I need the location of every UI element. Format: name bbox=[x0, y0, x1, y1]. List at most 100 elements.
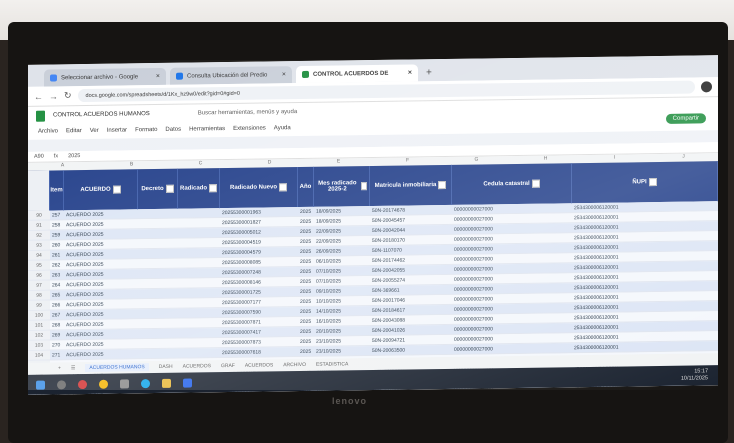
share-button[interactable]: Compartir bbox=[665, 113, 706, 124]
cell-radicado-nuevo[interactable]: 20255300007248 bbox=[220, 267, 298, 277]
cell-radicado[interactable] bbox=[178, 208, 220, 218]
row-number[interactable]: 95 bbox=[28, 260, 50, 270]
cell-decreto[interactable] bbox=[138, 349, 178, 359]
cell-anio[interactable]: 2025 bbox=[298, 217, 314, 226]
add-sheet-button[interactable]: + bbox=[58, 365, 61, 371]
cell-decreto[interactable] bbox=[138, 229, 178, 239]
cell-radicado[interactable] bbox=[178, 288, 220, 298]
menu-datos[interactable]: Datos bbox=[165, 127, 181, 133]
cell-decreto[interactable] bbox=[138, 279, 178, 289]
cell-decreto[interactable] bbox=[138, 319, 178, 329]
folder-icon[interactable] bbox=[162, 378, 171, 388]
cell-decreto[interactable] bbox=[138, 329, 178, 339]
cell-matricula[interactable]: 50N-20055274 bbox=[370, 275, 452, 285]
cell-anio[interactable]: 2025 bbox=[298, 347, 314, 356]
cell-mes-radicado[interactable]: 07/10/2025 bbox=[314, 276, 370, 286]
header-nupi[interactable]: ÑUPI bbox=[572, 161, 718, 204]
cell-radicado[interactable] bbox=[178, 348, 220, 358]
sheet-tab[interactable]: GRAF bbox=[221, 363, 235, 369]
cell-acuerdo[interactable]: ACUERDO 2025 bbox=[64, 299, 138, 309]
cell-acuerdo[interactable]: ACUERDO 2025 bbox=[64, 289, 138, 299]
cell-decreto[interactable] bbox=[138, 209, 178, 219]
cell-acuerdo[interactable]: ACUERDO 2025 bbox=[64, 319, 138, 329]
cell-radicado[interactable] bbox=[178, 278, 220, 288]
cell-mes-radicado[interactable]: 22/09/2025 bbox=[314, 226, 370, 236]
sheet-tab-active[interactable]: ACUERDOS HUMANOS bbox=[85, 363, 149, 373]
cell-matricula[interactable]: 50N-20042044 bbox=[370, 225, 452, 235]
close-icon[interactable]: × bbox=[156, 73, 160, 80]
cell-radicado-nuevo[interactable]: 20255300008085 bbox=[220, 257, 298, 267]
cell-radicado-nuevo[interactable]: 20255300007177 bbox=[220, 297, 298, 307]
cell-matricula[interactable]: 50N-1107070 bbox=[370, 245, 452, 255]
row-number[interactable]: 103 bbox=[28, 340, 50, 350]
cell-decreto[interactable] bbox=[138, 239, 178, 249]
all-sheets-button[interactable]: ☰ bbox=[71, 365, 75, 371]
header-decreto[interactable]: Decreto bbox=[138, 168, 178, 210]
cell-anio[interactable]: 2025 bbox=[298, 287, 314, 296]
cell-radicado[interactable] bbox=[178, 318, 220, 328]
cell-cedula[interactable]: 00000000027000 bbox=[452, 263, 572, 274]
cell-matricula[interactable]: 50N-20180170 bbox=[370, 235, 452, 245]
header-anio[interactable]: Año bbox=[298, 166, 314, 208]
cell-decreto[interactable] bbox=[138, 299, 178, 309]
row-number[interactable]: 102 bbox=[28, 330, 50, 340]
cell-cedula[interactable]: 00000000027000 bbox=[452, 233, 572, 244]
cell-acuerdo[interactable]: ACUERDO 2025 bbox=[64, 219, 138, 229]
cell-item[interactable]: 270 bbox=[50, 340, 64, 349]
cell-matricula[interactable]: 50N-20017046 bbox=[370, 295, 452, 305]
cell-mes-radicado[interactable]: 10/10/2025 bbox=[314, 296, 370, 306]
cell-radicado[interactable] bbox=[178, 228, 220, 238]
cell-anio[interactable]: 2025 bbox=[298, 247, 314, 256]
sheet-tab[interactable]: ESTADISTICA bbox=[316, 361, 348, 367]
filter-icon[interactable] bbox=[209, 184, 217, 193]
cell-item[interactable]: 259 bbox=[50, 230, 64, 239]
filter-icon[interactable] bbox=[360, 182, 367, 191]
cell-cedula[interactable]: 00000000027000 bbox=[452, 273, 572, 284]
cell-radicado[interactable] bbox=[178, 308, 220, 318]
browser-tab-3[interactable]: CONTROL ACUERDOS DE × bbox=[296, 64, 418, 84]
cell-radicado[interactable] bbox=[178, 238, 220, 248]
cell-item[interactable]: 271 bbox=[50, 350, 64, 359]
menu-editar[interactable]: Editar bbox=[66, 128, 82, 134]
cell-cedula[interactable]: 00000000027000 bbox=[452, 323, 572, 334]
cell-radicado-nuevo[interactable]: 20255300001725 bbox=[220, 287, 298, 297]
menu-formato[interactable]: Formato bbox=[135, 127, 157, 133]
search-icon[interactable] bbox=[57, 379, 66, 389]
cell-radicado-nuevo[interactable]: 20255300004519 bbox=[220, 237, 298, 247]
cell-matricula[interactable]: 50N-20043088 bbox=[370, 315, 452, 325]
cell-radicado-nuevo[interactable]: 20255300001963 bbox=[220, 207, 298, 217]
edge-icon[interactable] bbox=[141, 378, 150, 388]
opera-icon[interactable] bbox=[78, 379, 87, 389]
filter-icon[interactable] bbox=[438, 180, 447, 190]
cell-cedula[interactable]: 00000000027000 bbox=[452, 283, 572, 294]
cell-anio[interactable]: 2025 bbox=[298, 317, 314, 326]
cell-anio[interactable]: 2025 bbox=[298, 207, 314, 216]
cell-matricula[interactable]: 50N-20094721 bbox=[370, 335, 452, 345]
cell-matricula[interactable]: 50N-20042055 bbox=[370, 265, 452, 275]
menu-insertar[interactable]: Insertar bbox=[107, 127, 127, 133]
filter-icon[interactable] bbox=[531, 179, 540, 188]
cell-mes-radicado[interactable]: 23/10/2025 bbox=[314, 346, 370, 356]
cell-cedula[interactable]: 00000000027000 bbox=[452, 303, 572, 314]
row-number[interactable]: 91 bbox=[28, 220, 50, 230]
row-number[interactable]: 94 bbox=[28, 250, 50, 260]
cell-anio[interactable]: 2025 bbox=[298, 327, 314, 336]
cell-matricula[interactable]: 50N-20063500 bbox=[370, 345, 452, 355]
cell-mes-radicado[interactable]: 18/09/2025 bbox=[314, 216, 370, 226]
menu-archivo[interactable]: Archivo bbox=[38, 128, 58, 134]
cell-acuerdo[interactable]: ACUERDO 2025 bbox=[64, 269, 138, 279]
cell-radicado-nuevo[interactable]: 20255300007590 bbox=[220, 307, 298, 317]
cell-anio[interactable]: 2025 bbox=[298, 277, 314, 286]
cell-acuerdo[interactable]: ACUERDO 2025 bbox=[64, 309, 138, 319]
settings-icon[interactable] bbox=[120, 378, 129, 389]
sheet-tab[interactable]: ARCHIVO bbox=[283, 362, 306, 368]
cell-radicado-nuevo[interactable]: 20255300005012 bbox=[220, 227, 298, 237]
cell-radicado[interactable] bbox=[178, 258, 220, 268]
store-icon[interactable] bbox=[183, 378, 192, 388]
filter-icon[interactable] bbox=[279, 183, 287, 192]
cell-anio[interactable]: 2025 bbox=[298, 337, 314, 346]
header-mes-radicado[interactable]: Mes radicado 2025-2 bbox=[314, 166, 370, 207]
cell-radicado-nuevo[interactable]: 20255300001827 bbox=[220, 217, 298, 227]
cell-radicado[interactable] bbox=[178, 328, 220, 338]
header-cedula[interactable]: Cedula catastral bbox=[452, 163, 572, 205]
